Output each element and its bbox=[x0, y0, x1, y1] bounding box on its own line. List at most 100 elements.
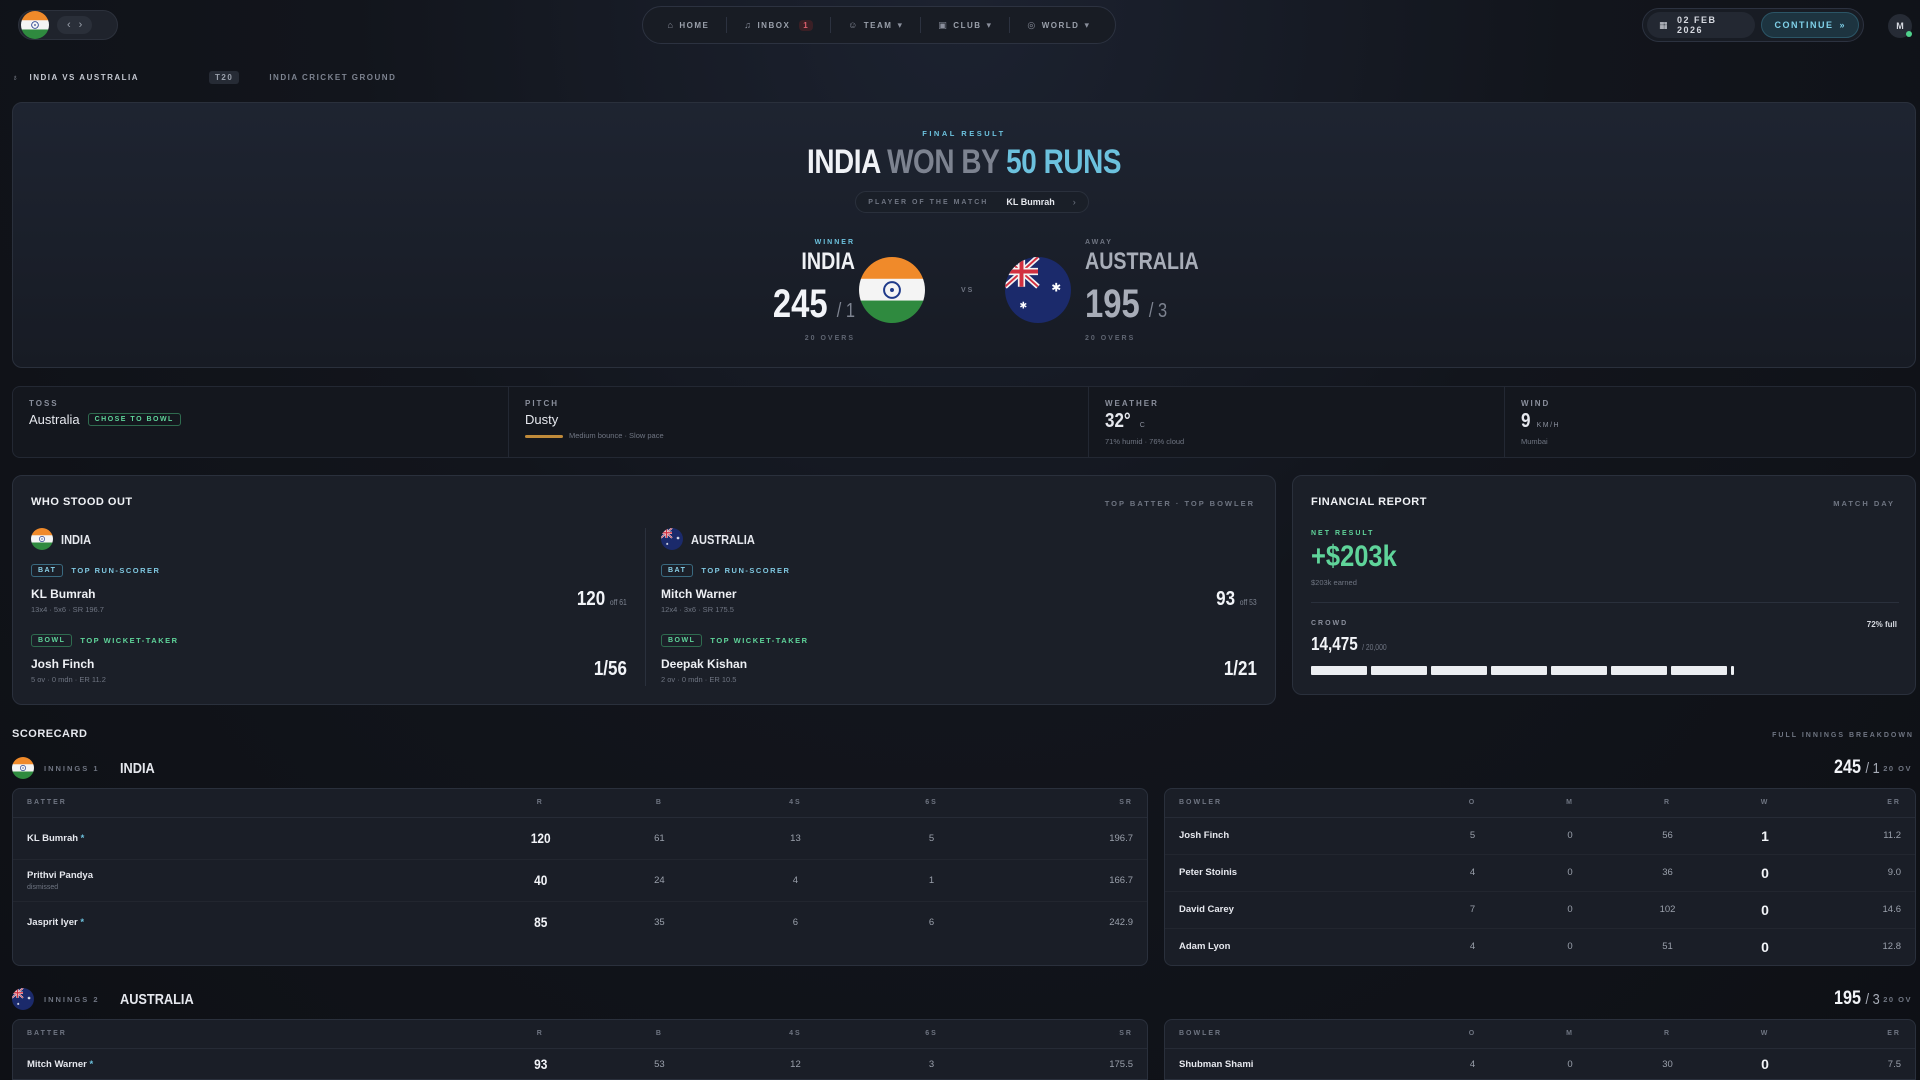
table-row[interactable]: Jasprit Iyer * 85 35 6 6 242.9 bbox=[13, 901, 1147, 943]
toss-choice-badge: CHOSE TO BOWL bbox=[87, 413, 181, 426]
australia-standouts: AUSTRALIA BAT TOP RUN-SCORER Mitch Warner… bbox=[661, 528, 1257, 688]
nav-home[interactable]: ⌂ HOME bbox=[659, 20, 717, 30]
nav-world[interactable]: ◎ WORLD ▾ bbox=[1019, 20, 1098, 31]
toss-label: TOSS bbox=[29, 399, 59, 408]
nav-club-label: CLUB bbox=[953, 20, 982, 30]
fours-cell: 12 bbox=[790, 1058, 801, 1070]
role-desc: TOP RUN-SCORER bbox=[701, 566, 791, 575]
crowd-capacity: / 20,000 bbox=[1362, 643, 1387, 652]
nav-inbox[interactable]: ♫ INBOX 1 bbox=[736, 19, 821, 31]
table-row[interactable]: Shubman Shami 4 0 30 0 7.5 bbox=[1165, 1048, 1915, 1079]
weather-unit: C bbox=[1139, 422, 1147, 429]
fours-cell: 13 bbox=[727, 817, 864, 860]
away-score: 195 / 3 bbox=[1085, 282, 1249, 327]
role-desc: TOP RUN-SCORER bbox=[71, 566, 161, 575]
table-row[interactable]: Mitch Warner * 93 53 12 3 175.5 bbox=[13, 1048, 1147, 1079]
total-runs: 245 bbox=[1834, 757, 1862, 778]
pitch-cell: PITCH Dusty Medium bounce · Slow pace bbox=[509, 387, 1089, 457]
team-name: INDIA bbox=[61, 531, 92, 547]
continue-button[interactable]: CONTINUE » bbox=[1761, 12, 1859, 38]
india-flag-icon bbox=[21, 11, 49, 39]
potm-label: PLAYER OF THE MATCH bbox=[868, 198, 989, 206]
player-stats: 5 ov · 0 mdn · ER 11.2 bbox=[31, 675, 106, 684]
result-hero: FINAL RESULT INDIA WON BY 50 RUNS PLAYER… bbox=[12, 102, 1916, 368]
player-of-the-match[interactable]: PLAYER OF THE MATCH KL Bumrah › bbox=[855, 191, 1089, 213]
not-out-marker: * bbox=[80, 832, 85, 844]
india-standouts: INDIA BAT TOP RUN-SCORER KL Bumrah 13x4 ·… bbox=[31, 528, 627, 688]
economy-cell: 12.8 bbox=[1882, 941, 1902, 953]
table-row[interactable]: Peter Stoinis 4 0 36 0 9.0 bbox=[1165, 854, 1915, 892]
wickets-value: 0 bbox=[1761, 864, 1769, 881]
date-continue-group: ▦ 02 FEB 2026 CONTINUE » bbox=[1642, 8, 1864, 42]
overs-cell: 4 bbox=[1469, 941, 1476, 953]
crowd-fill-bar bbox=[1311, 666, 1899, 675]
balls-cell: 35 bbox=[654, 916, 665, 928]
table-row[interactable]: Josh Finch 5 0 56 1 11.2 bbox=[1165, 817, 1915, 855]
nav-club[interactable]: ▣ CLUB ▾ bbox=[930, 20, 1000, 31]
dismissal-status: dismissed bbox=[27, 883, 59, 891]
home-wickets: / 1 bbox=[836, 300, 855, 322]
column-header: O bbox=[1420, 1020, 1525, 1049]
match-title: INDIA VS AUSTRALIA bbox=[29, 72, 140, 82]
runs: 93 bbox=[1216, 588, 1236, 610]
result-headline: INDIA WON BY 50 RUNS bbox=[184, 143, 1744, 182]
away-team-name: AUSTRALIA bbox=[1085, 248, 1199, 275]
innings-1-batting-table: BATTER R B 4S 6S SR KL Bumrah * 120 61 13 5 196.7 P… bbox=[12, 788, 1148, 966]
table-row[interactable]: David Carey 7 0 102 0 14.6 bbox=[1165, 891, 1915, 929]
batter-name: Mitch Warner bbox=[27, 1058, 87, 1070]
top-bowler-card[interactable]: BOWL TOP WICKET-TAKER Josh Finch 5 ov · 0… bbox=[31, 634, 627, 688]
pitch-label: PITCH bbox=[525, 399, 559, 408]
table-row[interactable]: Prithvi Pandya dismissed 40 24 4 1 166.7 bbox=[13, 859, 1147, 902]
toss-team: Australia bbox=[29, 412, 80, 427]
batter-cell: Prithvi Pandya dismissed bbox=[13, 859, 490, 902]
batter-cell: KL Bumrah * bbox=[13, 817, 490, 860]
innings-2-batting-table: BATTER R B 4S 6S SR Mitch Warner * 93 53 12 3 175.… bbox=[12, 1019, 1148, 1080]
economy-cell: 9.0 bbox=[1810, 854, 1915, 892]
final-result-label: FINAL RESULT bbox=[922, 129, 1006, 138]
table-row[interactable]: Adam Lyon 4 0 51 0 12.8 bbox=[1165, 928, 1915, 965]
strike-rate-cell: 196.7 bbox=[999, 817, 1147, 860]
player-name: Mitch Warner bbox=[661, 587, 737, 601]
globe-icon: ◎ bbox=[1027, 19, 1037, 30]
scorecard-subtitle: FULL INNINGS BREAKDOWN bbox=[1772, 732, 1914, 739]
batter-cell: Mitch Warner * bbox=[13, 1048, 489, 1079]
back-arrow-icon[interactable]: ‹ bbox=[67, 19, 71, 31]
club-switcher[interactable]: ‹ › bbox=[18, 10, 118, 40]
bell-icon: ♫ bbox=[744, 20, 753, 30]
column-header: BATTER bbox=[13, 789, 490, 818]
crowd-bar-segment bbox=[1611, 666, 1667, 675]
batting-figure: 120 off 61 bbox=[577, 588, 627, 611]
result-margin: 50 RUNS bbox=[1006, 143, 1122, 181]
ground-name: INDIA CRICKET GROUND bbox=[269, 72, 397, 82]
date-chip[interactable]: ▦ 02 FEB 2026 bbox=[1647, 12, 1756, 38]
bowler-name: Josh Finch bbox=[1179, 830, 1230, 841]
trophy-icon: ♁ bbox=[12, 72, 20, 82]
format-badge: T20 bbox=[209, 70, 240, 84]
maidens-cell: 0 bbox=[1567, 1058, 1573, 1070]
column-header: R bbox=[489, 789, 592, 818]
top-batter-card[interactable]: BAT TOP RUN-SCORER Mitch Warner 12x4 · 3x… bbox=[661, 564, 1257, 618]
table-row[interactable]: KL Bumrah * 120 61 13 5 196.7 bbox=[13, 817, 1147, 860]
wickets-cell: 0 bbox=[1720, 928, 1810, 965]
top-bowler-card[interactable]: BOWL TOP WICKET-TAKER Deepak Kishan 2 ov … bbox=[661, 634, 1257, 688]
inbox-count-badge: 1 bbox=[799, 19, 814, 31]
total-wickets: / 1 bbox=[1865, 760, 1880, 777]
forward-arrow-icon[interactable]: › bbox=[79, 19, 83, 31]
nav-team[interactable]: ☺ TEAM ▾ bbox=[840, 20, 911, 31]
crowd-bar-segment bbox=[1491, 666, 1547, 675]
innings-team: INDIA bbox=[119, 759, 155, 777]
chevron-right-icon: › bbox=[1072, 197, 1076, 207]
away-team-block: AWAY AUSTRALIA 195 / 3 20 OVERS bbox=[1085, 239, 1285, 342]
result-won-by: WON BY bbox=[887, 143, 999, 181]
nav-divider bbox=[920, 17, 922, 33]
bowler-cell: Adam Lyon bbox=[1165, 928, 1420, 965]
column-header: B bbox=[591, 1020, 728, 1049]
crowd-bar-segment bbox=[1671, 666, 1727, 675]
maidens-cell: 0 bbox=[1567, 941, 1573, 953]
bowler-cell: Shubman Shami bbox=[1165, 1048, 1420, 1079]
history-nav: ‹ › bbox=[57, 16, 93, 34]
innings-label: INNINGS 1 bbox=[44, 763, 100, 773]
india-flag-icon bbox=[31, 528, 53, 550]
wind-location: Mumbai bbox=[1521, 437, 1548, 446]
top-batter-card[interactable]: BAT TOP RUN-SCORER KL Bumrah 13x4 · 5x6 ·… bbox=[31, 564, 627, 618]
